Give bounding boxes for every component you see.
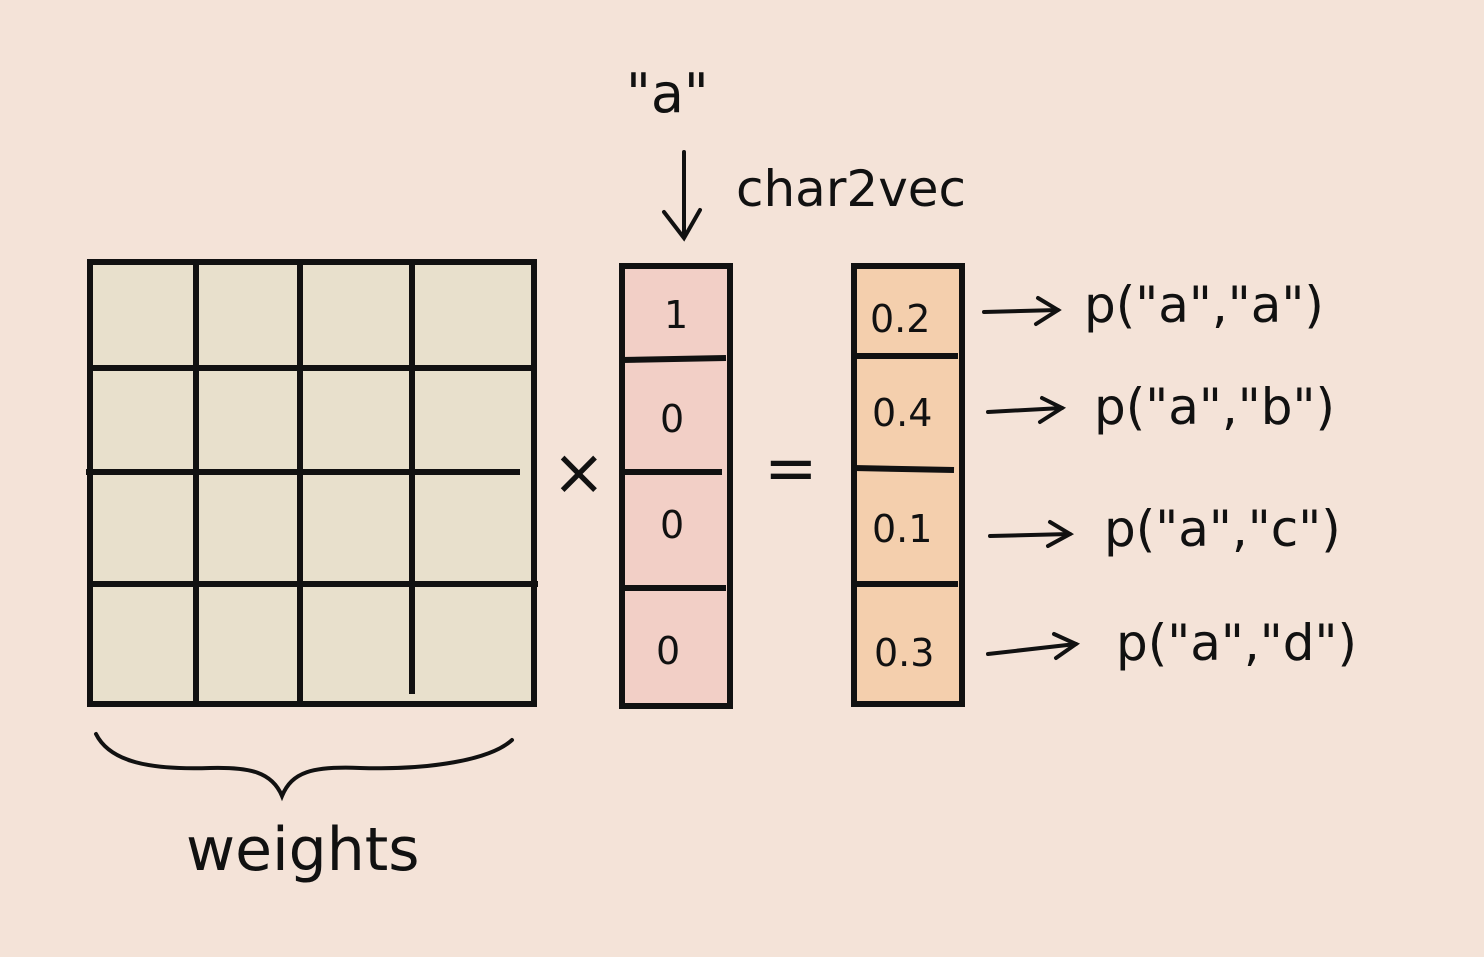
diagram-canvas: weights × "a" char2vec 1 0 0 0 = 0.2 0.4… <box>0 0 1484 957</box>
output-vector-cell: 0.2 <box>870 297 930 341</box>
output-label: p("a","b") <box>1094 378 1335 436</box>
weights-matrix-fill <box>87 259 537 707</box>
weights-label: weights <box>186 815 420 885</box>
input-vector-cell: 0 <box>660 397 684 441</box>
right-arrow-icon <box>986 396 1067 424</box>
input-char-label: "a" <box>626 62 709 125</box>
input-vector-cell: 0 <box>660 503 684 547</box>
output-vector-cell: 0.3 <box>874 631 934 675</box>
output-vector-cell: 0.1 <box>872 507 932 551</box>
char2vec-label: char2vec <box>736 160 966 218</box>
output-label: p("a","a") <box>1084 276 1324 334</box>
down-arrow-icon <box>662 150 702 242</box>
output-vector-cell: 0.4 <box>872 391 932 435</box>
output-label: p("a","c") <box>1104 500 1341 558</box>
right-arrow-icon <box>982 296 1062 326</box>
output-vector: 0.2 0.4 0.1 0.3 <box>851 263 965 707</box>
weights-matrix <box>86 259 538 707</box>
multiply-symbol: × <box>552 436 606 510</box>
output-label: p("a","d") <box>1116 614 1357 672</box>
equals-symbol: = <box>764 432 818 506</box>
weights-brace <box>94 732 514 802</box>
matrix-vector-diagram: weights × "a" char2vec 1 0 0 0 = 0.2 0.4… <box>86 62 1357 885</box>
input-vector: 1 0 0 0 <box>619 263 733 709</box>
input-vector-cell: 1 <box>664 293 688 337</box>
input-vector-cell: 0 <box>656 629 680 673</box>
right-arrow-icon <box>988 520 1075 548</box>
right-arrow-icon <box>986 632 1081 660</box>
